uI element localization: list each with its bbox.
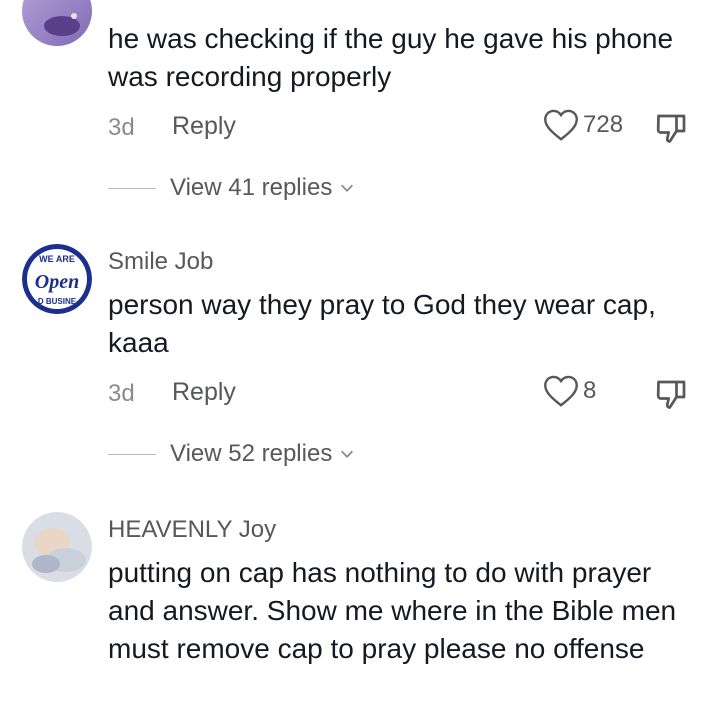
dislike-button[interactable] <box>654 110 690 146</box>
avatar-arc-top: WE ARE <box>39 254 75 264</box>
comment-age: 3d <box>108 380 135 407</box>
avatar[interactable] <box>22 0 92 46</box>
avatar[interactable] <box>22 512 92 582</box>
avatar-open-text: Open <box>35 271 79 293</box>
chevron-down-icon <box>341 450 354 458</box>
reply-button[interactable]: Reply <box>172 378 236 407</box>
comment-age: 3d <box>108 114 135 141</box>
reply-button[interactable]: Reply <box>172 112 236 141</box>
divider-line <box>108 453 156 455</box>
chevron-down-icon <box>341 184 354 192</box>
view-replies-button[interactable]: View 41 replies <box>108 174 356 202</box>
comment-text: putting on cap has nothing to do with pr… <box>108 557 677 664</box>
avatar-arc-bottom: D BUSINE <box>38 297 77 306</box>
like-button[interactable]: 728 <box>543 108 623 142</box>
heart-outline-icon <box>544 109 578 141</box>
avatar[interactable]: WE ARE Open D BUSINE <box>22 244 92 314</box>
like-count: 728 <box>583 111 624 138</box>
view-replies-label: View 52 replies <box>170 440 333 467</box>
comment-text: he was checking if the guy he gave his p… <box>108 23 674 92</box>
comment-text: person way they pray to God they wear ca… <box>108 289 656 358</box>
divider-line <box>108 187 156 189</box>
view-replies-label: View 41 replies <box>170 174 333 201</box>
view-replies-button[interactable]: View 52 replies <box>108 440 356 468</box>
avatar-image: WE ARE Open D BUSINE <box>22 244 92 314</box>
like-count: 8 <box>583 377 597 404</box>
thumbs-down-icon <box>656 114 686 143</box>
thumbs-down-icon <box>656 380 686 409</box>
dislike-button[interactable] <box>654 376 690 412</box>
comment-username[interactable]: HEAVENLY Joy <box>108 516 276 544</box>
heart-outline-icon <box>544 375 578 407</box>
avatar-image <box>22 0 92 46</box>
like-button[interactable]: 8 <box>543 374 596 408</box>
avatar-image <box>22 512 92 582</box>
comment-username[interactable]: Smile Job <box>108 248 213 276</box>
